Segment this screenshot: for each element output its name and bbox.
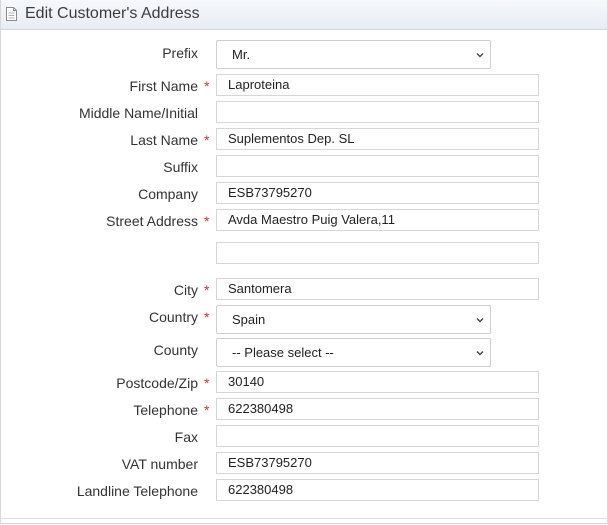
document-icon bbox=[6, 7, 17, 21]
last-name-label: Last Name bbox=[130, 132, 198, 148]
chevron-down-icon bbox=[476, 318, 484, 323]
street-address-line1-input[interactable]: Avda Maestro Puig Valera,11 bbox=[216, 209, 539, 231]
country-select[interactable]: Spain bbox=[216, 305, 491, 334]
chevron-down-icon bbox=[476, 53, 484, 58]
required-asterisk: * bbox=[204, 78, 210, 94]
landline-telephone-input[interactable]: 622380498 bbox=[216, 479, 539, 501]
edit-address-panel: Edit Customer's Address Prefix Mr. First… bbox=[0, 0, 608, 524]
company-input[interactable]: ESB73795270 bbox=[216, 182, 539, 204]
county-select-value: -- Please select -- bbox=[232, 345, 334, 360]
chevron-down-icon bbox=[476, 351, 484, 356]
vat-number-input[interactable]: ESB73795270 bbox=[216, 452, 539, 474]
middle-name-label: Middle Name/Initial bbox=[78, 105, 198, 121]
street-address-line2-input[interactable] bbox=[216, 242, 539, 264]
suffix-label: Suffix bbox=[163, 159, 198, 175]
fax-label: Fax bbox=[174, 429, 198, 445]
first-name-input[interactable]: Laproteina bbox=[216, 74, 539, 96]
telephone-label: Telephone bbox=[133, 402, 198, 418]
postcode-label: Postcode/Zip bbox=[116, 375, 198, 391]
street-address-label: Street Address bbox=[106, 213, 198, 229]
country-label: Country bbox=[148, 309, 198, 325]
last-name-input[interactable]: Suplementos Dep. SL bbox=[216, 128, 539, 150]
county-label: County bbox=[153, 342, 198, 358]
country-select-value: Spain bbox=[232, 312, 266, 327]
required-asterisk: * bbox=[204, 375, 210, 391]
landline-telephone-label: Landline Telephone bbox=[76, 483, 198, 499]
county-select[interactable]: -- Please select -- bbox=[216, 338, 491, 367]
postcode-input[interactable]: 30140 bbox=[216, 371, 539, 393]
required-asterisk: * bbox=[204, 213, 210, 229]
telephone-input[interactable]: 622380498 bbox=[216, 398, 539, 420]
prefix-select[interactable]: Mr. bbox=[216, 40, 491, 69]
prefix-label: Prefix bbox=[162, 45, 198, 61]
panel-title: Edit Customer's Address bbox=[25, 5, 200, 22]
required-asterisk: * bbox=[204, 132, 210, 148]
first-name-label: First Name bbox=[129, 78, 198, 94]
middle-name-input[interactable] bbox=[216, 101, 539, 123]
panel-header: Edit Customer's Address bbox=[1, 0, 607, 30]
company-label: Company bbox=[138, 186, 198, 202]
panel-divider bbox=[1, 518, 607, 519]
required-asterisk: * bbox=[204, 282, 210, 298]
required-asterisk: * bbox=[204, 402, 210, 418]
prefix-select-value: Mr. bbox=[232, 47, 251, 62]
city-label: City bbox=[173, 282, 198, 298]
vat-number-label: VAT number bbox=[121, 456, 198, 472]
city-input[interactable]: Santomera bbox=[216, 278, 539, 300]
suffix-input[interactable] bbox=[216, 155, 539, 177]
required-asterisk: * bbox=[204, 309, 210, 325]
fax-input[interactable] bbox=[216, 425, 539, 447]
